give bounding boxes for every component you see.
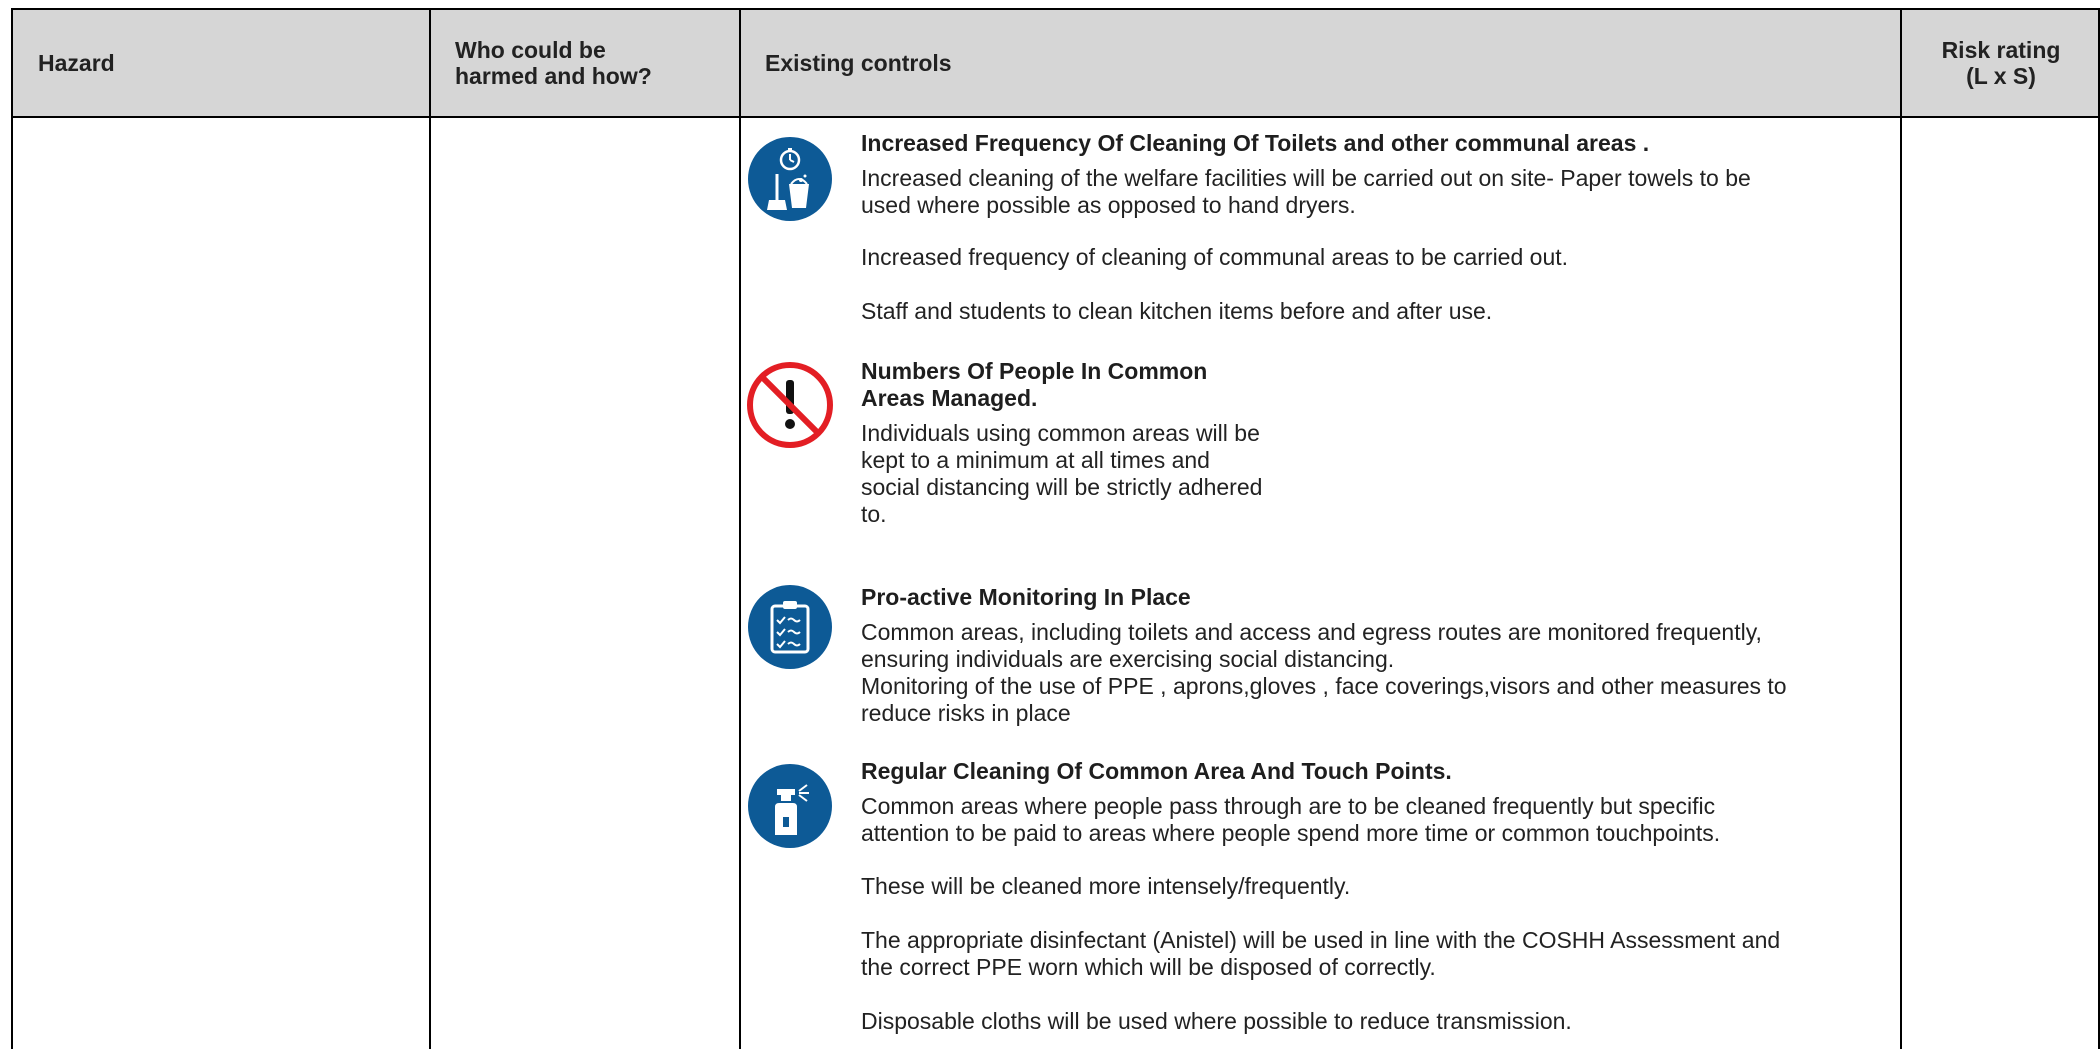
cleaning-bucket-icon bbox=[747, 136, 833, 227]
control-block-common-areas: Numbers Of People In Common Areas Manage… bbox=[861, 358, 1262, 528]
column-divider bbox=[739, 8, 741, 1049]
header-who-line1: Who could be bbox=[455, 37, 606, 63]
header-risk-line1: Risk rating bbox=[1941, 37, 2061, 63]
text-line: social distancing will be strictly adher… bbox=[861, 474, 1263, 500]
text-line: The appropriate disinfectant (Anistel) w… bbox=[861, 927, 1781, 953]
header-who-line2: harmed and how? bbox=[455, 63, 652, 89]
title-line: Areas Managed. bbox=[861, 385, 1038, 411]
table-border-left bbox=[11, 8, 13, 1049]
table-header-row bbox=[11, 8, 2100, 118]
spray-bottle-icon bbox=[747, 763, 833, 854]
header-who-harmed: Who could be harmed and how? bbox=[455, 37, 652, 89]
clipboard-checklist-icon bbox=[747, 584, 833, 675]
text-line: Common areas, including toilets and acce… bbox=[861, 619, 1762, 645]
control-block-touch-points: Regular Cleaning Of Common Area And Touc… bbox=[861, 758, 1780, 1035]
header-bottom-border bbox=[11, 116, 2100, 118]
risk-assessment-table: Hazard Who could be harmed and how? Exis… bbox=[11, 8, 2100, 1049]
text-line: reduce risks in place bbox=[861, 700, 1071, 726]
text-line: the correct PPE worn which will be dispo… bbox=[861, 954, 1436, 980]
control-paragraph: Increased cleaning of the welfare facili… bbox=[861, 165, 1751, 219]
control-block-monitoring: Pro-active Monitoring In Place Common ar… bbox=[861, 584, 1787, 727]
text-line: attention to be paid to areas where peop… bbox=[861, 820, 1721, 846]
control-paragraph: Disposable cloths will be used where pos… bbox=[861, 1008, 1572, 1034]
text-line: Monitoring of the use of PPE , aprons,gl… bbox=[861, 673, 1787, 699]
control-title: Pro-active Monitoring In Place bbox=[861, 584, 1191, 610]
control-paragraph: Increased frequency of cleaning of commu… bbox=[861, 244, 1569, 270]
prohibition-icon bbox=[745, 360, 835, 455]
control-paragraph: These will be cleaned more intensely/fre… bbox=[861, 873, 1351, 899]
text-line: used where possible as opposed to hand d… bbox=[861, 192, 1356, 218]
header-hazard: Hazard bbox=[38, 50, 115, 76]
control-paragraph: Staff and students to clean kitchen item… bbox=[861, 298, 1493, 324]
column-divider bbox=[1900, 8, 1902, 1049]
header-risk-rating: Risk rating (L x S) bbox=[1921, 37, 2081, 89]
control-title: Increased Frequency Of Cleaning Of Toile… bbox=[861, 130, 1650, 156]
column-divider bbox=[429, 8, 431, 1049]
text-line: ensuring individuals are exercising soci… bbox=[861, 646, 1395, 672]
text-line: Common areas where people pass through a… bbox=[861, 793, 1716, 819]
control-paragraph: The appropriate disinfectant (Anistel) w… bbox=[861, 927, 1780, 981]
control-paragraph: Common areas, including toilets and acce… bbox=[861, 619, 1787, 727]
control-paragraph: Individuals using common areas will be k… bbox=[861, 420, 1262, 528]
text-line: kept to a minimum at all times and bbox=[861, 447, 1210, 473]
control-paragraph: Common areas where people pass through a… bbox=[861, 793, 1780, 847]
text-line: Individuals using common areas will be bbox=[861, 420, 1260, 446]
control-block-cleaning-frequency: Increased Frequency Of Cleaning Of Toile… bbox=[861, 130, 1751, 325]
text-line: to. bbox=[861, 501, 887, 527]
header-existing-controls: Existing controls bbox=[765, 50, 952, 76]
control-title: Numbers Of People In Common Areas Manage… bbox=[861, 358, 1262, 412]
control-title: Regular Cleaning Of Common Area And Touc… bbox=[861, 758, 1452, 784]
text-line: Increased cleaning of the welfare facili… bbox=[861, 165, 1751, 191]
title-line: Numbers Of People In Common bbox=[861, 358, 1208, 384]
header-risk-line2: (L x S) bbox=[1966, 63, 2036, 89]
